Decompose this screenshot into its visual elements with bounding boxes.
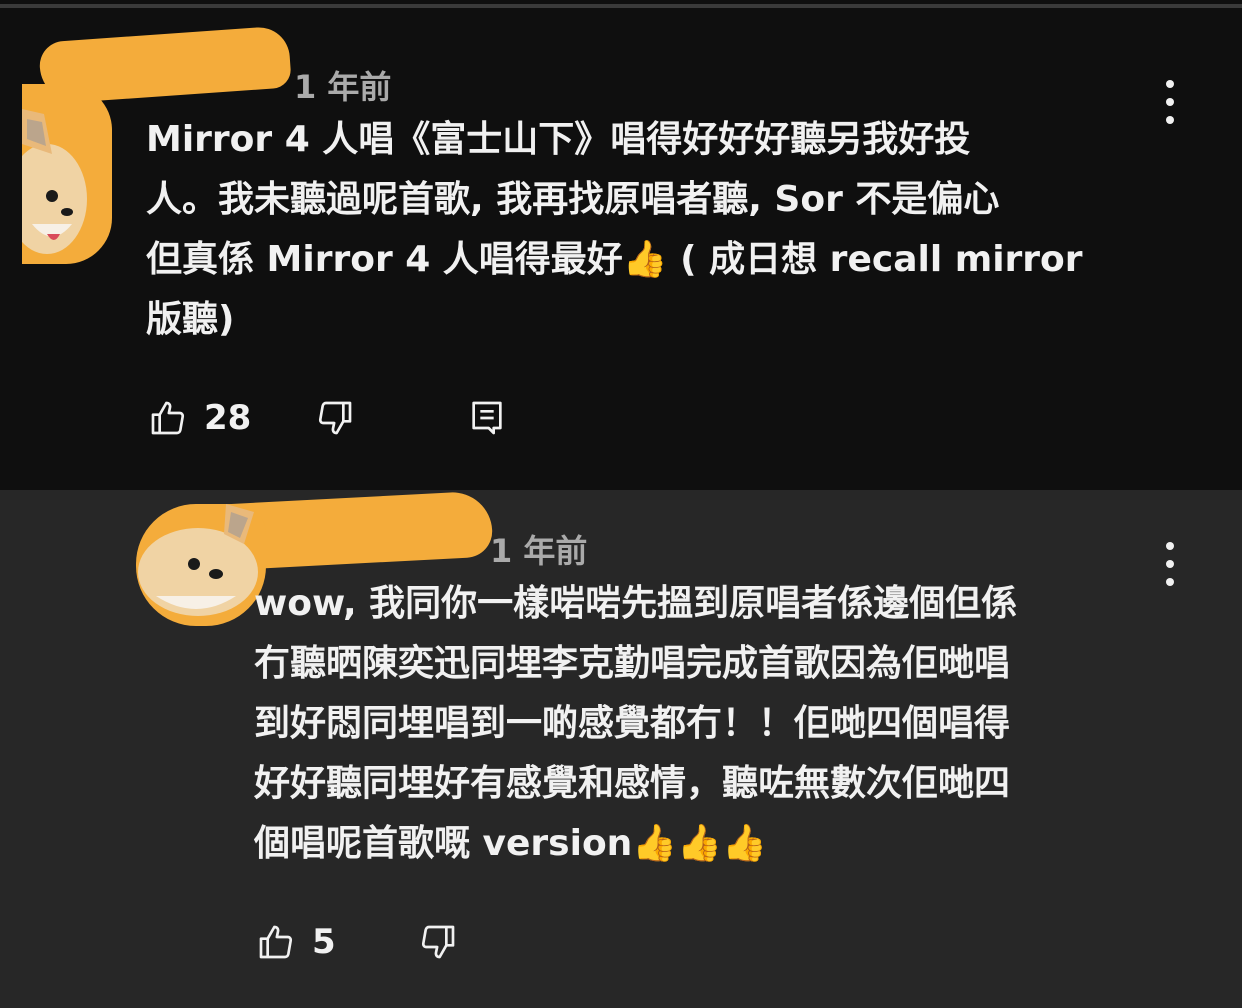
dislike-button[interactable] — [313, 396, 357, 440]
dislike-button[interactable] — [416, 920, 460, 964]
like-count: 28 — [204, 398, 252, 438]
shiba-dog-avatar-icon — [136, 504, 266, 626]
avatar[interactable] — [22, 84, 112, 264]
comment-text-line: 個唱呢首歌嘅 version👍👍👍 — [254, 823, 767, 864]
comment-text-line: 好好聽同埋好有感覺和感情，聽咗無數次佢哋四 — [254, 763, 1011, 804]
more-vert-icon[interactable] — [1158, 80, 1182, 124]
comment-text-line: Mirror 4 人唱《富士山下》唱得好好好聽另我好投 — [146, 119, 971, 160]
like-button[interactable] — [146, 396, 190, 440]
comment-timestamp: 1 年前 — [490, 532, 588, 570]
comment-timestamp: 1 年前 — [294, 68, 392, 106]
avatar[interactable] — [136, 504, 266, 626]
comment-text: Mirror 4 人唱《富士山下》唱得好好好聽另我好投 人。我未聽過呢首歌, 我… — [146, 110, 1156, 350]
like-count: 5 — [312, 922, 336, 962]
thumb-down-icon — [421, 925, 455, 959]
reply-comment: 1 年前 wow, 我同你一樣啱啱先搵到原唱者係邊個但係 冇聽晒陳奕迅同埋李克勤… — [0, 490, 1242, 1008]
comment-actions: 5 — [254, 920, 460, 964]
comment-actions: 28 — [146, 396, 509, 440]
comment-text-line: 到好悶同埋唱到一啲感覺都冇！！佢哋四個唱得 — [254, 703, 1011, 744]
comment-text-line: 冇聽晒陳奕迅同埋李克勤唱完成首歌因為佢哋唱 — [254, 643, 1011, 684]
comment-text-line: 人。我未聽過呢首歌, 我再找原唱者聽, Sor 不是偏心 — [146, 179, 1000, 220]
comment-text-line: 版聽) — [146, 299, 235, 340]
like-button[interactable] — [254, 920, 298, 964]
thumb-up-icon — [259, 925, 293, 959]
top-bar — [0, 0, 1242, 24]
divider — [0, 4, 1242, 8]
shiba-dog-avatar-icon — [22, 84, 112, 264]
comment-text: wow, 我同你一樣啱啱先搵到原唱者係邊個但係 冇聽晒陳奕迅同埋李克勤唱完成首歌… — [254, 574, 1214, 874]
comment-text-line: wow, 我同你一樣啱啱先搵到原唱者係邊個但係 — [254, 583, 1018, 624]
reply-icon — [472, 401, 502, 435]
thumb-up-icon — [151, 401, 185, 435]
comment-text-line: 但真係 Mirror 4 人唱得最好👍 ( 成日想 recall mirror — [146, 239, 1083, 280]
thumb-down-icon — [319, 401, 352, 435]
comment: 1 年前 Mirror 4 人唱《富士山下》唱得好好好聽另我好投 人。我未聽過呢… — [0, 24, 1242, 490]
reply-button[interactable] — [465, 396, 509, 440]
